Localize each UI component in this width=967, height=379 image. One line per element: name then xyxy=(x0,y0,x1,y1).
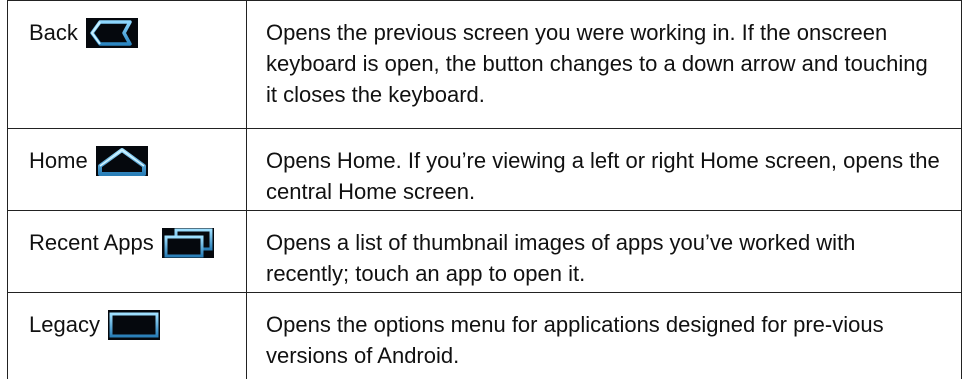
table-row: Back Opens the previous screen you were … xyxy=(7,0,962,129)
table-row: Home Opens Home. If you’re viewing a lef… xyxy=(7,128,962,211)
button-name: Legacy xyxy=(29,309,160,340)
button-name: Recent Apps xyxy=(29,227,214,258)
button-name-label: Home xyxy=(29,148,88,173)
button-name-label: Legacy xyxy=(29,312,100,337)
button-name: Back xyxy=(29,17,138,48)
button-name-label: Recent Apps xyxy=(29,230,154,255)
button-description: Opens a list of thumbnail images of apps… xyxy=(246,210,962,293)
back-icon xyxy=(85,17,138,48)
button-name-cell: Home xyxy=(7,128,247,211)
table-row: Legacy Opens the options menu for applic… xyxy=(7,292,962,379)
navigation-buttons-table: Back Opens the previous screen you were … xyxy=(7,0,962,379)
table-row: Recent Apps Opens a list of thumbnail im… xyxy=(7,210,962,293)
recent-apps-icon xyxy=(161,227,214,258)
button-description: Opens the previous screen you were worki… xyxy=(246,0,962,129)
button-name-cell: Recent Apps xyxy=(7,210,247,293)
button-name-cell: Back xyxy=(7,0,247,129)
home-icon xyxy=(95,145,148,176)
button-description: Opens the options menu for applications … xyxy=(246,292,962,379)
button-description: Opens Home. If you’re viewing a left or … xyxy=(246,128,962,211)
button-name: Home xyxy=(29,145,148,176)
button-name-cell: Legacy xyxy=(7,292,247,379)
button-name-label: Back xyxy=(29,20,78,45)
menu-grid-icon xyxy=(107,309,160,340)
